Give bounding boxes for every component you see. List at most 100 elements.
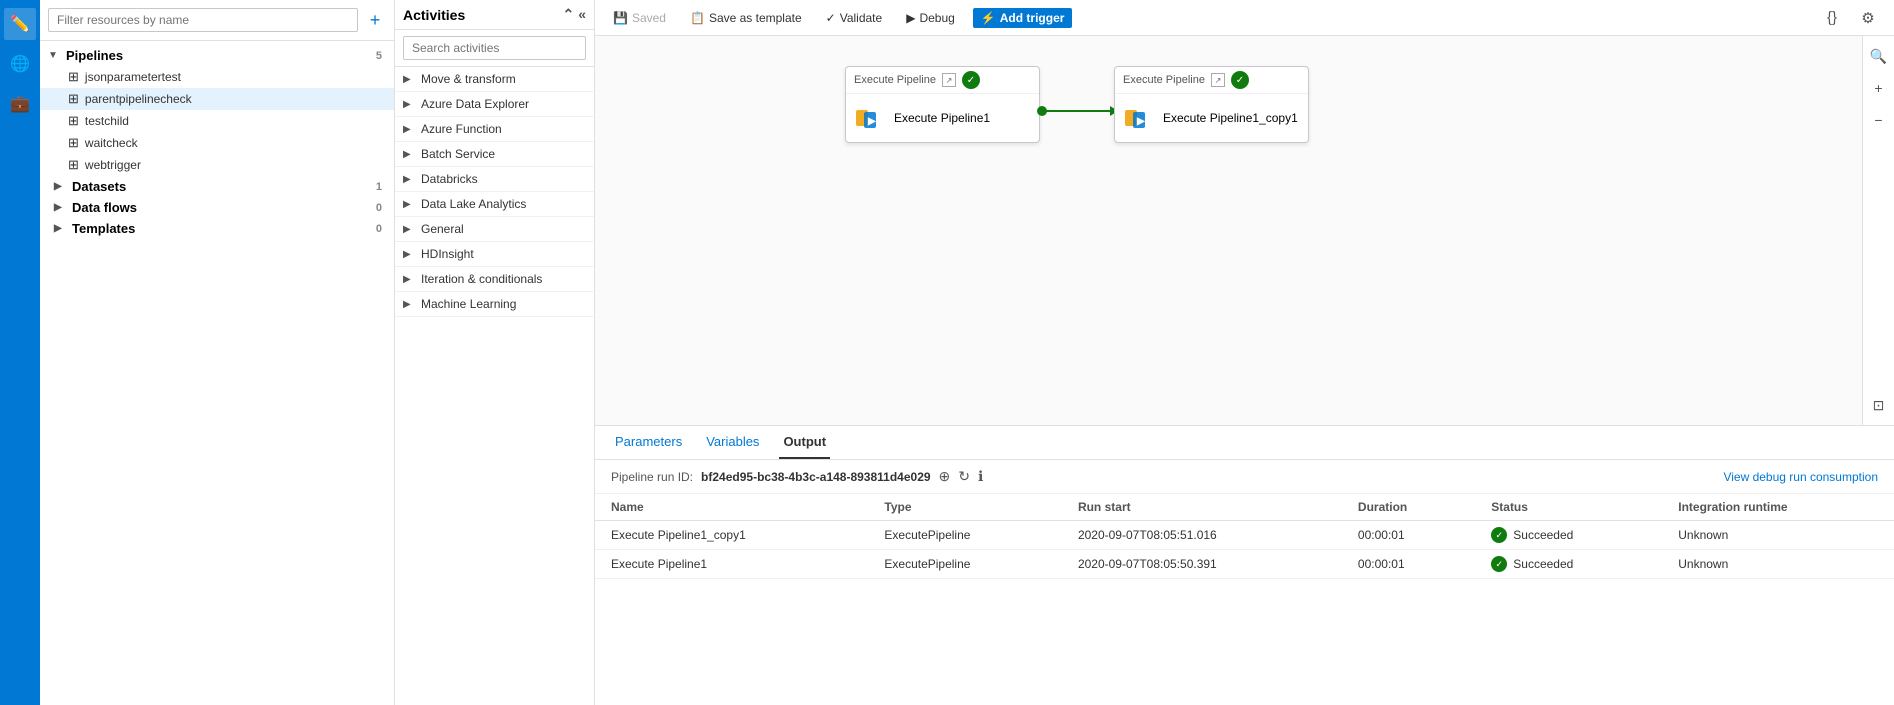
node2-header: Execute Pipeline ↗ ✓ [1115,67,1308,94]
run-id-row: Pipeline run ID: bf24ed95-bc38-4b3c-a148… [595,460,1894,494]
pipeline-item-webtrigger[interactable]: ⊞ webtrigger [40,154,394,176]
activity-group-move-transform[interactable]: ▶ Move & transform [395,67,594,92]
node2-pipeline-icon: ▶ [1123,102,1155,134]
code-view-button[interactable]: {} [1818,4,1846,32]
resource-filter-input[interactable] [48,8,358,32]
activity-chevron-icon: ▶ [403,149,415,160]
main-area: 💾 Saved 📋 Save as template ✓ Validate ▶ … [595,0,1894,705]
datasets-tree-item[interactable]: ▶ Datasets 1 [40,176,394,197]
pipeline-icon: ⊞ [68,157,79,173]
activity-group-machine-learning[interactable]: ▶ Machine Learning [395,292,594,317]
row1-duration: 00:00:01 [1342,521,1475,550]
toolbar-right: {} ⚙ [1818,4,1882,32]
activities-list: ▶ Move & transform ▶ Azure Data Explorer… [395,67,594,705]
row1-type: ExecutePipeline [868,521,1062,550]
activities-search-input[interactable] [403,36,586,60]
activities-panel: Activities ⌃ « ▶ Move & transform ▶ Azur… [395,0,595,705]
activity-chevron-icon: ▶ [403,74,415,85]
node1-external-link-icon[interactable]: ↗ [942,73,956,87]
search-canvas-icon[interactable]: 🔍 [1867,44,1891,68]
saved-icon: 💾 [613,11,628,25]
tab-output[interactable]: Output [779,426,830,459]
dataflows-tree-item[interactable]: ▶ Data flows 0 [40,197,394,218]
activity-chevron-icon: ▶ [403,199,415,210]
table-row: Execute Pipeline1_copy1 ExecutePipeline … [595,521,1894,550]
output-table: Name Type Run start Duration Status Inte… [595,494,1894,579]
pipeline-item-jsonparametertest[interactable]: ⊞ jsonparametertest [40,66,394,88]
pipeline-canvas[interactable]: Execute Pipeline ↗ ✓ ▶ Execute Pipeline1 [595,36,1894,425]
fit-view-icon[interactable]: ⊡ [1867,393,1891,417]
saved-button: 💾 Saved [607,9,672,27]
add-trigger-button[interactable]: ⚡ Add trigger [973,8,1073,28]
template-icon: 📋 [690,11,705,25]
activity-group-general[interactable]: ▶ General [395,217,594,242]
activity-group-data-lake-analytics[interactable]: ▶ Data Lake Analytics [395,192,594,217]
activity-group-hdinsight[interactable]: ▶ HDInsight [395,242,594,267]
row2-type: ExecutePipeline [868,550,1062,579]
activity-chevron-icon: ▶ [403,274,415,285]
settings-button[interactable]: ⚙ [1854,4,1882,32]
activities-header: Activities ⌃ « [395,0,594,30]
debug-button[interactable]: ▶ Debug [900,9,961,27]
collapse-icon[interactable]: ⌃ [562,6,574,23]
row1-name: Execute Pipeline1_copy1 [595,521,868,550]
row1-status-icon: ✓ [1491,527,1507,543]
row2-name: Execute Pipeline1 [595,550,868,579]
resource-tree: ▼ Pipelines 5 ⊞ jsonparametertest ⊞ pare… [40,41,394,705]
view-debug-link[interactable]: View debug run consumption [1723,470,1878,484]
pipelines-tree-item[interactable]: ▼ Pipelines 5 [40,45,394,66]
activity-chevron-icon: ▶ [403,99,415,110]
pipeline-item-parentpipelinecheck[interactable]: ⊞ parentpipelinecheck [40,88,394,110]
pipeline-node-1[interactable]: Execute Pipeline ↗ ✓ ▶ Execute Pipeline1 [845,66,1040,143]
pipeline-item-waitcheck[interactable]: ⊞ waitcheck [40,132,394,154]
pipelines-chevron-icon: ▼ [48,50,62,61]
pipeline-icon: ⊞ [68,91,79,107]
node2-header-label: Execute Pipeline [1123,74,1205,86]
activity-group-iteration-conditionals[interactable]: ▶ Iteration & conditionals [395,267,594,292]
dataflows-chevron-icon: ▶ [54,202,68,213]
activity-group-azure-data-explorer[interactable]: ▶ Azure Data Explorer [395,92,594,117]
output-table-body: Execute Pipeline1_copy1 ExecutePipeline … [595,521,1894,579]
bottom-panel-content: Pipeline run ID: bf24ed95-bc38-4b3c-a148… [595,460,1894,705]
close-panel-icon[interactable]: « [578,6,586,23]
copy-run-id-icon[interactable]: ⊕ [939,468,951,485]
table-row: Execute Pipeline1 ExecutePipeline 2020-0… [595,550,1894,579]
row1-runtime: Unknown [1662,521,1894,550]
row2-runtime: Unknown [1662,550,1894,579]
globe-sidebar-icon[interactable]: 🌐 [4,48,36,80]
pipeline-icon: ⊞ [68,135,79,151]
node2-external-link-icon[interactable]: ↗ [1211,73,1225,87]
zoom-in-icon[interactable]: + [1867,76,1891,100]
run-id-label: Pipeline run ID: [611,470,693,484]
row1-run-start: 2020-09-07T08:05:51.016 [1062,521,1342,550]
node1-pipeline-icon: ▶ [854,102,886,134]
node1-status-icon: ✓ [962,71,980,89]
canvas-right-icons: 🔍 + − ⊡ [1862,36,1894,425]
templates-chevron-icon: ▶ [54,223,68,234]
activity-group-databricks[interactable]: ▶ Databricks [395,167,594,192]
add-resource-button[interactable]: + [364,9,386,31]
briefcase-sidebar-icon[interactable]: 💼 [4,88,36,120]
pipeline-node-2[interactable]: Execute Pipeline ↗ ✓ ▶ Execute Pipeline1… [1114,66,1309,143]
refresh-run-icon[interactable]: ↻ [958,468,970,485]
pencil-sidebar-icon[interactable]: ✏️ [4,8,36,40]
node1-body: ▶ Execute Pipeline1 [846,94,1039,142]
activity-group-azure-function[interactable]: ▶ Azure Function [395,117,594,142]
templates-tree-item[interactable]: ▶ Templates 0 [40,218,394,239]
activity-group-batch-service[interactable]: ▶ Batch Service [395,142,594,167]
col-header-type: Type [868,494,1062,521]
tab-variables[interactable]: Variables [702,426,763,459]
info-run-icon[interactable]: ℹ [978,468,983,485]
col-header-duration: Duration [1342,494,1475,521]
activity-chevron-icon: ▶ [403,124,415,135]
activity-chevron-icon: ▶ [403,299,415,310]
resource-panel: + ▼ Pipelines 5 ⊞ jsonparametertest ⊞ pa… [40,0,395,705]
zoom-out-icon[interactable]: − [1867,108,1891,132]
save-template-button[interactable]: 📋 Save as template [684,9,808,27]
validate-button[interactable]: ✓ Validate [820,9,889,27]
validate-icon: ✓ [826,11,836,25]
col-header-run-start: Run start [1062,494,1342,521]
tab-parameters[interactable]: Parameters [611,426,686,459]
run-id-value: bf24ed95-bc38-4b3c-a148-893811d4e029 [701,470,931,484]
pipeline-item-testchild[interactable]: ⊞ testchild [40,110,394,132]
